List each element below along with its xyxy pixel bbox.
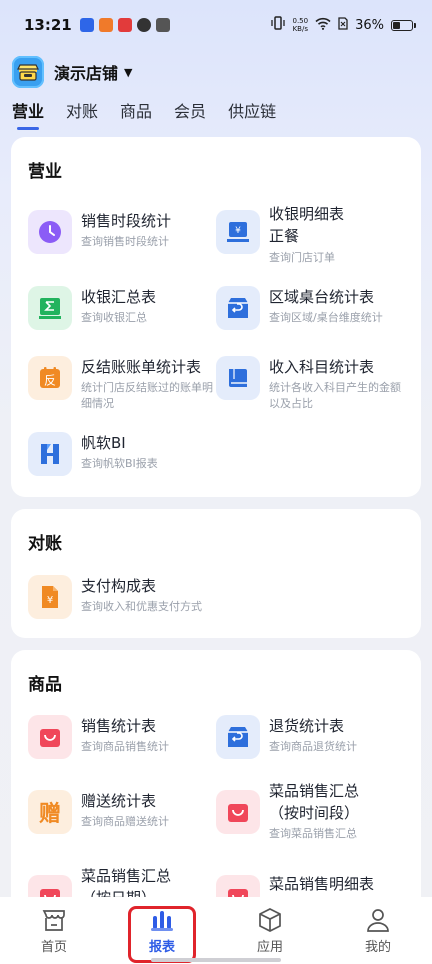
report-list[interactable]: 营业 销售时段统计 查询销售时段统计 ¥ 收银明细表 正餐 查询门店订单 收银汇…	[0, 137, 432, 897]
report-title: 反结账账单统计表	[81, 358, 202, 376]
section-title: 商品	[28, 675, 62, 695]
tab-supply-chain[interactable]: 供应链	[228, 98, 276, 130]
report-title: 区域桌台统计表	[269, 288, 375, 306]
tab-reconcile[interactable]: 对账	[66, 98, 98, 130]
wifi-icon	[315, 17, 331, 34]
report-subtitle: 统计各收入科目产生的金额以及占比	[269, 381, 401, 410]
bag-icon	[28, 875, 72, 897]
report-subtitle: 查询商品退货统计	[269, 740, 357, 753]
box-return-icon	[216, 286, 260, 330]
report-subtitle: 查询区域/桌台维度统计	[269, 311, 383, 324]
report-title: 收入科目统计表	[269, 358, 375, 376]
speed-value: 0.50	[292, 17, 309, 25]
report-title: 菜品销售汇总 （按时间段）	[269, 782, 360, 822]
no-sim-icon	[338, 16, 348, 34]
chevron-down-icon: ▼	[124, 65, 133, 79]
sum-icon	[28, 286, 72, 330]
app-notification-icon	[155, 18, 170, 32]
nav-label: 我的	[364, 940, 391, 955]
gift-glyph: 赠	[38, 802, 61, 827]
section-business: 营业 销售时段统计 查询销售时段统计 ¥ 收银明细表 正餐 查询门店订单 收银汇…	[11, 137, 421, 497]
nav-mine[interactable]: 我的	[338, 907, 418, 955]
svg-text:¥: ¥	[235, 226, 241, 236]
report-subtitle: 查询收银汇总	[81, 311, 147, 324]
store-logo-icon	[12, 56, 44, 88]
book-icon	[216, 356, 260, 400]
reverse-icon: 反	[28, 356, 72, 400]
report-title: 支付构成表	[81, 577, 157, 595]
section-goods: 商品 销售统计表 查询商品销售统计 退货统计表 查询商品退货统计 赠 赠送统计表…	[11, 650, 421, 897]
nav-label: 首页	[40, 940, 67, 955]
store-selector[interactable]: 演示店铺 ▼	[12, 56, 132, 88]
tab-goods[interactable]: 商品	[120, 98, 152, 130]
report-subtitle: 查询销售时段统计	[81, 235, 169, 248]
gift-char-icon: 赠	[28, 790, 72, 834]
category-tabs: 营业 对账 商品 会员 供应链	[12, 98, 276, 130]
nav-home[interactable]: 首页	[14, 907, 94, 955]
status-bar: 13:21 0.50 KB/s 36%	[0, 0, 432, 50]
cube-icon	[256, 907, 284, 933]
bottom-nav: 首页 报表 应用 我的	[0, 897, 432, 964]
tab-business[interactable]: 营业	[12, 98, 44, 130]
report-subtitle: 查询商品销售统计	[81, 740, 169, 753]
home-icon	[40, 907, 68, 933]
bag-icon	[216, 875, 260, 897]
status-right: 0.50 KB/s 36%	[270, 16, 416, 34]
report-subtitle: 统计门店反结账过的账单明细情况	[81, 381, 213, 410]
report-title: 销售时段统计	[81, 212, 172, 230]
app-notification-icon	[136, 18, 151, 32]
nav-label: 应用	[256, 940, 283, 955]
speed-unit: KB/s	[292, 25, 308, 33]
vibrate-icon	[270, 16, 286, 34]
reverse-glyph: 反	[44, 374, 56, 388]
user-icon	[364, 907, 392, 933]
clock-icon	[28, 210, 72, 254]
battery-percent: 36%	[355, 17, 384, 33]
finereport-icon	[28, 432, 72, 476]
highlight-box	[128, 906, 196, 963]
bag-icon	[28, 715, 72, 759]
status-app-icons	[79, 18, 170, 32]
tab-member[interactable]: 会员	[174, 98, 206, 130]
yen-glyph: ¥	[47, 595, 53, 606]
status-time: 13:21	[24, 16, 72, 34]
report-subtitle: 查询菜品销售汇总	[269, 827, 357, 840]
app-notification-icon	[117, 18, 132, 32]
report-subtitle: 查询收入和优惠支付方式	[81, 600, 202, 613]
report-title: 收银汇总表	[81, 288, 157, 306]
battery-icon	[391, 19, 416, 31]
report-title: 菜品销售汇总 （按日期）	[81, 867, 172, 897]
app-notification-icon	[98, 18, 113, 32]
register-icon: ¥	[216, 210, 260, 254]
payment-icon: ¥	[28, 575, 72, 619]
store-name: 演示店铺	[54, 64, 119, 83]
nav-apps[interactable]: 应用	[230, 907, 310, 955]
box-return-icon	[216, 715, 260, 759]
app-notification-icon	[79, 18, 94, 32]
bag-icon	[216, 790, 260, 834]
report-title: 赠送统计表	[81, 792, 157, 810]
report-title: 帆软BI	[81, 434, 126, 452]
report-title: 菜品销售明细表	[269, 875, 375, 893]
report-title: 销售统计表	[81, 717, 157, 735]
section-title: 对账	[28, 534, 62, 554]
report-title: 退货统计表	[269, 717, 345, 735]
network-speed: 0.50 KB/s	[293, 17, 309, 33]
report-subtitle: 查询帆软BI报表	[81, 457, 158, 470]
report-subtitle: 查询门店订单	[269, 251, 335, 264]
report-subtitle: 查询商品赠送统计	[81, 815, 169, 828]
report-title: 收银明细表 正餐	[269, 205, 345, 245]
home-indicator	[151, 958, 281, 962]
section-title: 营业	[28, 162, 62, 182]
section-reconcile: 对账 ¥ 支付构成表 查询收入和优惠支付方式	[11, 509, 421, 638]
